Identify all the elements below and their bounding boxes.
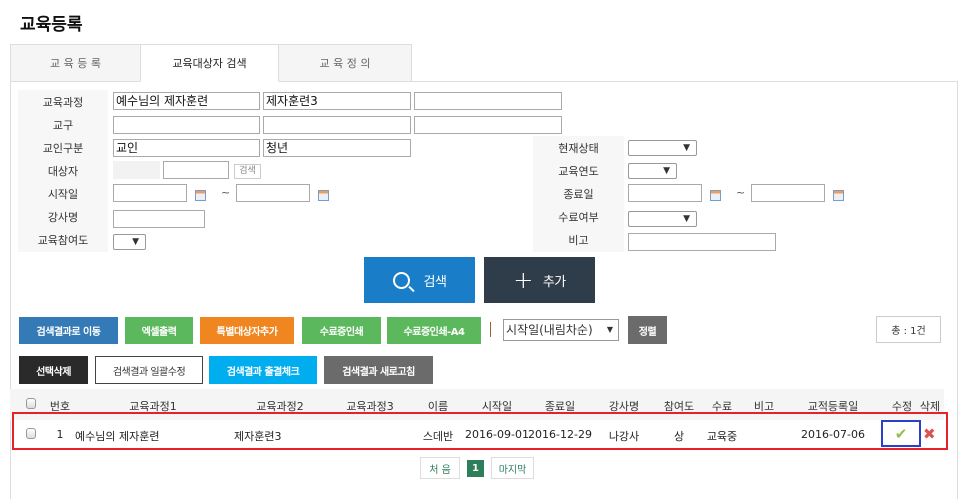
search-icon — [392, 271, 415, 292]
print-certificate-button[interactable]: 수료증인쇄 — [302, 317, 381, 344]
target-search-button[interactable]: 검색 — [234, 164, 261, 179]
label-member-type: 교인구분 — [18, 136, 108, 159]
cell-registered: 2016-07-06 — [801, 428, 865, 441]
label-course: 교육과정 — [18, 90, 108, 113]
cell-end: 2016-12-29 — [528, 428, 592, 441]
move-to-results-button[interactable]: 검색결과로 이동 — [19, 317, 118, 344]
search-button[interactable]: 검색 — [364, 257, 475, 303]
select-all-checkbox[interactable] — [26, 398, 36, 409]
page-1-button[interactable]: 1 — [467, 460, 484, 477]
course2-input[interactable]: 제자훈련3 — [263, 92, 411, 110]
add-button[interactable]: + 추가 — [484, 257, 595, 303]
sort-button[interactable]: 정렬 — [628, 316, 667, 344]
parish2-input[interactable] — [263, 116, 411, 134]
attendance-check-button[interactable]: 검색결과 출결체크 — [209, 356, 317, 384]
target-id-input — [113, 161, 160, 179]
separator — [490, 322, 491, 337]
label-note: 비고 — [533, 228, 624, 251]
status-select[interactable]: ▼ — [628, 140, 697, 156]
row-checkbox[interactable] — [26, 428, 36, 439]
cell-no: 1 — [56, 428, 64, 441]
cell-participation: 상 — [673, 430, 685, 443]
year-select[interactable]: ▼ — [628, 163, 677, 179]
label-target: 대상자 — [18, 159, 108, 182]
course1-input[interactable]: 예수님의 제자훈련 — [113, 92, 260, 110]
calendar-icon[interactable] — [318, 190, 329, 201]
cell-instructor: 나강사 — [608, 430, 640, 443]
excel-export-button[interactable]: 엑셀출력 — [125, 317, 193, 344]
sort-select[interactable]: 시작일(내림차순) ▼ — [503, 319, 619, 341]
cell-course1: 예수님의 제자훈련 — [75, 430, 160, 443]
calendar-icon[interactable] — [710, 190, 721, 201]
add-special-target-button[interactable]: 특별대상자추가 — [200, 317, 294, 344]
calendar-icon[interactable] — [195, 190, 206, 201]
bulk-edit-button[interactable]: 검색결과 일괄수정 — [95, 356, 203, 384]
note-input[interactable] — [628, 233, 776, 251]
start-date-from-input[interactable] — [113, 184, 187, 202]
start-date-to-input[interactable] — [236, 184, 310, 202]
label-status: 현재상태 — [533, 136, 624, 159]
tab-target-search[interactable]: 교육대상자 검색 — [140, 44, 279, 82]
course3-input[interactable] — [414, 92, 562, 110]
label-instructor: 강사명 — [18, 205, 108, 228]
parish1-input[interactable] — [113, 116, 260, 134]
delete-selected-button[interactable]: 선택삭제 — [19, 356, 88, 384]
cell-start: 2016-09-01 — [465, 428, 529, 441]
label-year: 교육연도 — [533, 159, 624, 182]
tilde: ~ — [221, 186, 231, 199]
page-title: 교육등록 — [20, 15, 83, 35]
tab-education-definition[interactable]: 교 육 정 의 — [278, 44, 412, 82]
member-type-input[interactable]: 교인 — [113, 139, 260, 157]
first-page-button[interactable]: 처 음 — [420, 457, 460, 479]
target-name-input[interactable] — [163, 161, 229, 179]
label-completion: 수료여부 — [533, 205, 624, 228]
cell-completion: 교육중 — [706, 430, 738, 443]
edit-check-icon[interactable]: ✔ — [881, 420, 921, 447]
label-start-date: 시작일 — [18, 182, 108, 205]
label-end-date: 종료일 — [533, 182, 624, 205]
label-parish: 교구 — [18, 113, 108, 136]
cell-course2: 제자훈련3 — [234, 430, 282, 443]
end-date-to-input[interactable] — [751, 184, 825, 202]
chevron-down-icon: ▼ — [606, 325, 613, 334]
end-date-from-input[interactable] — [628, 184, 702, 202]
label-participation: 교육참여도 — [18, 228, 108, 251]
member-subtype-input[interactable]: 청년 — [263, 139, 411, 157]
tab-education-register[interactable]: 교 육 등 록 — [10, 44, 141, 82]
refresh-results-button[interactable]: 검색결과 새로고침 — [324, 356, 433, 384]
completion-select[interactable]: ▼ — [628, 211, 697, 227]
plus-icon: + — [513, 266, 533, 294]
calendar-icon[interactable] — [833, 190, 844, 201]
total-count: 총 : 1건 — [876, 316, 941, 343]
instructor-input[interactable] — [113, 210, 205, 228]
print-certificate-a4-button[interactable]: 수료증인쇄-A4 — [387, 317, 481, 344]
delete-x-icon[interactable]: ✖ — [923, 425, 936, 443]
participation-select[interactable]: ▼ — [113, 234, 146, 250]
cell-name: 스데반 — [422, 430, 454, 443]
parish3-input[interactable] — [414, 116, 562, 134]
tilde: ~ — [736, 186, 746, 199]
last-page-button[interactable]: 마지막 — [491, 457, 534, 479]
